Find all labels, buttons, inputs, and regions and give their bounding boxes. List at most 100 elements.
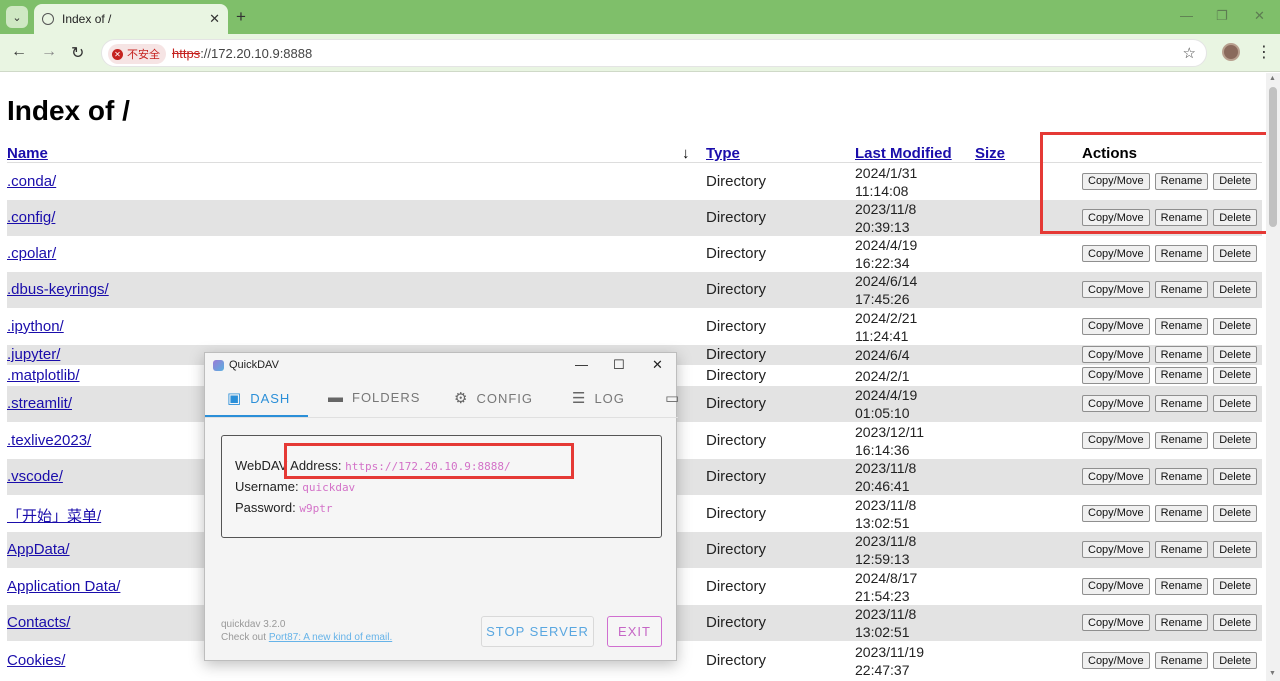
password-value[interactable]: w9ptr <box>299 502 332 515</box>
file-link[interactable]: .conda/ <box>7 173 56 190</box>
delete-button[interactable]: Delete <box>1213 468 1258 485</box>
file-link[interactable]: .vscode/ <box>7 468 63 485</box>
tab-overflow[interactable]: ▭ <box>665 389 688 407</box>
close-icon[interactable]: ✕ <box>209 11 220 27</box>
file-link[interactable]: .dbus-keyrings/ <box>7 281 109 298</box>
exit-button[interactable]: EXIT <box>607 616 662 647</box>
rename-button[interactable]: Rename <box>1154 395 1209 412</box>
delete-button[interactable]: Delete <box>1213 652 1258 669</box>
reload-icon[interactable]: ↻ <box>71 43 84 63</box>
copy-move-button[interactable]: Copy/Move <box>1082 245 1150 262</box>
delete-button[interactable]: Delete <box>1213 504 1258 522</box>
rename-button[interactable]: Rename <box>1154 431 1209 449</box>
rename-button[interactable]: Rename <box>1154 468 1209 485</box>
copy-move-button[interactable]: Copy/Move <box>1082 366 1150 384</box>
tab-search-button[interactable]: ⌄ <box>6 6 28 28</box>
port87-link[interactable]: Port87: A new kind of email. <box>269 632 392 643</box>
row-actions: Copy/Move Rename Delete <box>1082 346 1258 363</box>
restore-icon[interactable]: ❐ <box>1216 8 1228 24</box>
stop-server-button[interactable]: STOP SERVER <box>481 616 594 647</box>
scroll-down-icon[interactable]: ▼ <box>1269 670 1276 677</box>
rename-button[interactable]: Rename <box>1154 614 1209 631</box>
rename-button[interactable]: Rename <box>1154 346 1209 363</box>
qd-maximize-icon[interactable]: ☐ <box>613 357 625 373</box>
rename-button[interactable]: Rename <box>1154 541 1209 558</box>
row-actions: Copy/Move Rename Delete <box>1082 366 1258 384</box>
more-menu-icon[interactable]: ⋮ <box>1256 42 1272 62</box>
copy-move-button[interactable]: Copy/Move <box>1082 395 1150 412</box>
delete-button[interactable]: Delete <box>1213 431 1258 449</box>
scroll-thumb[interactable] <box>1269 87 1277 227</box>
address-bar[interactable]: ✕ 不安全 https://172.20.10.9:8888 ☆ <box>101 39 1207 67</box>
column-header-type[interactable]: Type <box>706 145 740 162</box>
password-label: Password: <box>235 500 296 515</box>
new-tab-button[interactable]: + <box>236 7 246 27</box>
column-header-name[interactable]: Name <box>7 145 48 162</box>
delete-button[interactable]: Delete <box>1213 245 1258 262</box>
delete-button[interactable]: Delete <box>1213 366 1258 384</box>
window-close-icon[interactable]: ✕ <box>1254 8 1265 24</box>
copy-move-button[interactable]: Copy/Move <box>1082 431 1150 449</box>
file-link[interactable]: .cpolar/ <box>7 245 56 262</box>
file-link[interactable]: Cookies/ <box>7 652 65 669</box>
copy-move-button[interactable]: Copy/Move <box>1082 614 1150 631</box>
rename-button[interactable]: Rename <box>1154 366 1209 384</box>
file-link[interactable]: .jupyter/ <box>7 346 60 363</box>
qd-close-icon[interactable]: ✕ <box>652 357 663 373</box>
minimize-icon[interactable]: — <box>1180 8 1193 23</box>
last-modified: 2023/11/8 20:39:13 <box>855 201 917 235</box>
tab-config[interactable]: ⚙ CONFIG <box>454 389 533 407</box>
file-link[interactable]: .ipython/ <box>7 318 64 335</box>
last-modified: 2024/8/17 21:54:23 <box>855 569 918 604</box>
bookmark-star-icon[interactable]: ☆ <box>1183 44 1196 62</box>
security-warning-chip[interactable]: ✕ 不安全 <box>108 44 166 64</box>
file-link[interactable]: 「开始」菜单/ <box>7 505 101 526</box>
url-text[interactable]: https://172.20.10.9:8888 <box>172 46 312 61</box>
rename-button[interactable]: Rename <box>1154 245 1209 262</box>
tab-config-label: CONFIG <box>476 390 534 406</box>
last-modified: 2024/4/19 01:05:10 <box>855 387 918 421</box>
tab-folders[interactable]: ▬ FOLDERS <box>328 389 420 406</box>
file-link[interactable]: .matplotlib/ <box>7 367 80 384</box>
delete-button[interactable]: Delete <box>1213 281 1258 298</box>
rename-button[interactable]: Rename <box>1154 281 1209 298</box>
copy-move-button[interactable]: Copy/Move <box>1082 504 1150 522</box>
rename-button[interactable]: Rename <box>1154 652 1209 669</box>
file-link[interactable]: .config/ <box>7 209 55 226</box>
rename-button[interactable]: Rename <box>1154 577 1209 595</box>
file-link[interactable]: Application Data/ <box>7 578 120 595</box>
copy-move-button[interactable]: Copy/Move <box>1082 541 1150 558</box>
delete-button[interactable]: Delete <box>1213 317 1258 335</box>
back-arrow-icon[interactable]: ← <box>11 43 27 61</box>
copy-move-button[interactable]: Copy/Move <box>1082 346 1150 363</box>
delete-button[interactable]: Delete <box>1213 346 1258 363</box>
delete-button[interactable]: Delete <box>1213 614 1258 631</box>
delete-button[interactable]: Delete <box>1213 395 1258 412</box>
file-type: Directory <box>706 577 767 595</box>
rename-button[interactable]: Rename <box>1154 317 1209 335</box>
rename-button[interactable]: Rename <box>1154 504 1209 522</box>
file-link[interactable]: AppData/ <box>7 541 70 558</box>
delete-button[interactable]: Delete <box>1213 577 1258 595</box>
tab-log[interactable]: ☰ LOG <box>572 389 625 407</box>
file-link[interactable]: .texlive2023/ <box>7 432 91 449</box>
file-link[interactable]: .streamlit/ <box>7 395 72 412</box>
browser-tab[interactable]: Index of / ✕ <box>34 4 228 34</box>
scroll-up-icon[interactable]: ▲ <box>1269 75 1276 82</box>
column-header-size[interactable]: Size <box>975 145 1005 162</box>
forward-arrow-icon[interactable]: → <box>41 43 57 61</box>
copy-move-button[interactable]: Copy/Move <box>1082 652 1150 669</box>
copy-move-button[interactable]: Copy/Move <box>1082 468 1150 485</box>
username-value[interactable]: quickdav <box>302 481 355 494</box>
tab-dash[interactable]: ▣ DASH <box>227 389 290 407</box>
page-scrollbar[interactable]: ▲ ▼ <box>1266 73 1280 681</box>
profile-avatar[interactable] <box>1222 43 1240 61</box>
tab-log-label: LOG <box>594 390 625 406</box>
column-header-modified[interactable]: Last Modified <box>855 145 952 162</box>
copy-move-button[interactable]: Copy/Move <box>1082 317 1150 335</box>
file-link[interactable]: Contacts/ <box>7 614 70 631</box>
delete-button[interactable]: Delete <box>1213 541 1258 558</box>
qd-minimize-icon[interactable]: — <box>575 357 588 372</box>
copy-move-button[interactable]: Copy/Move <box>1082 577 1150 595</box>
copy-move-button[interactable]: Copy/Move <box>1082 281 1150 298</box>
